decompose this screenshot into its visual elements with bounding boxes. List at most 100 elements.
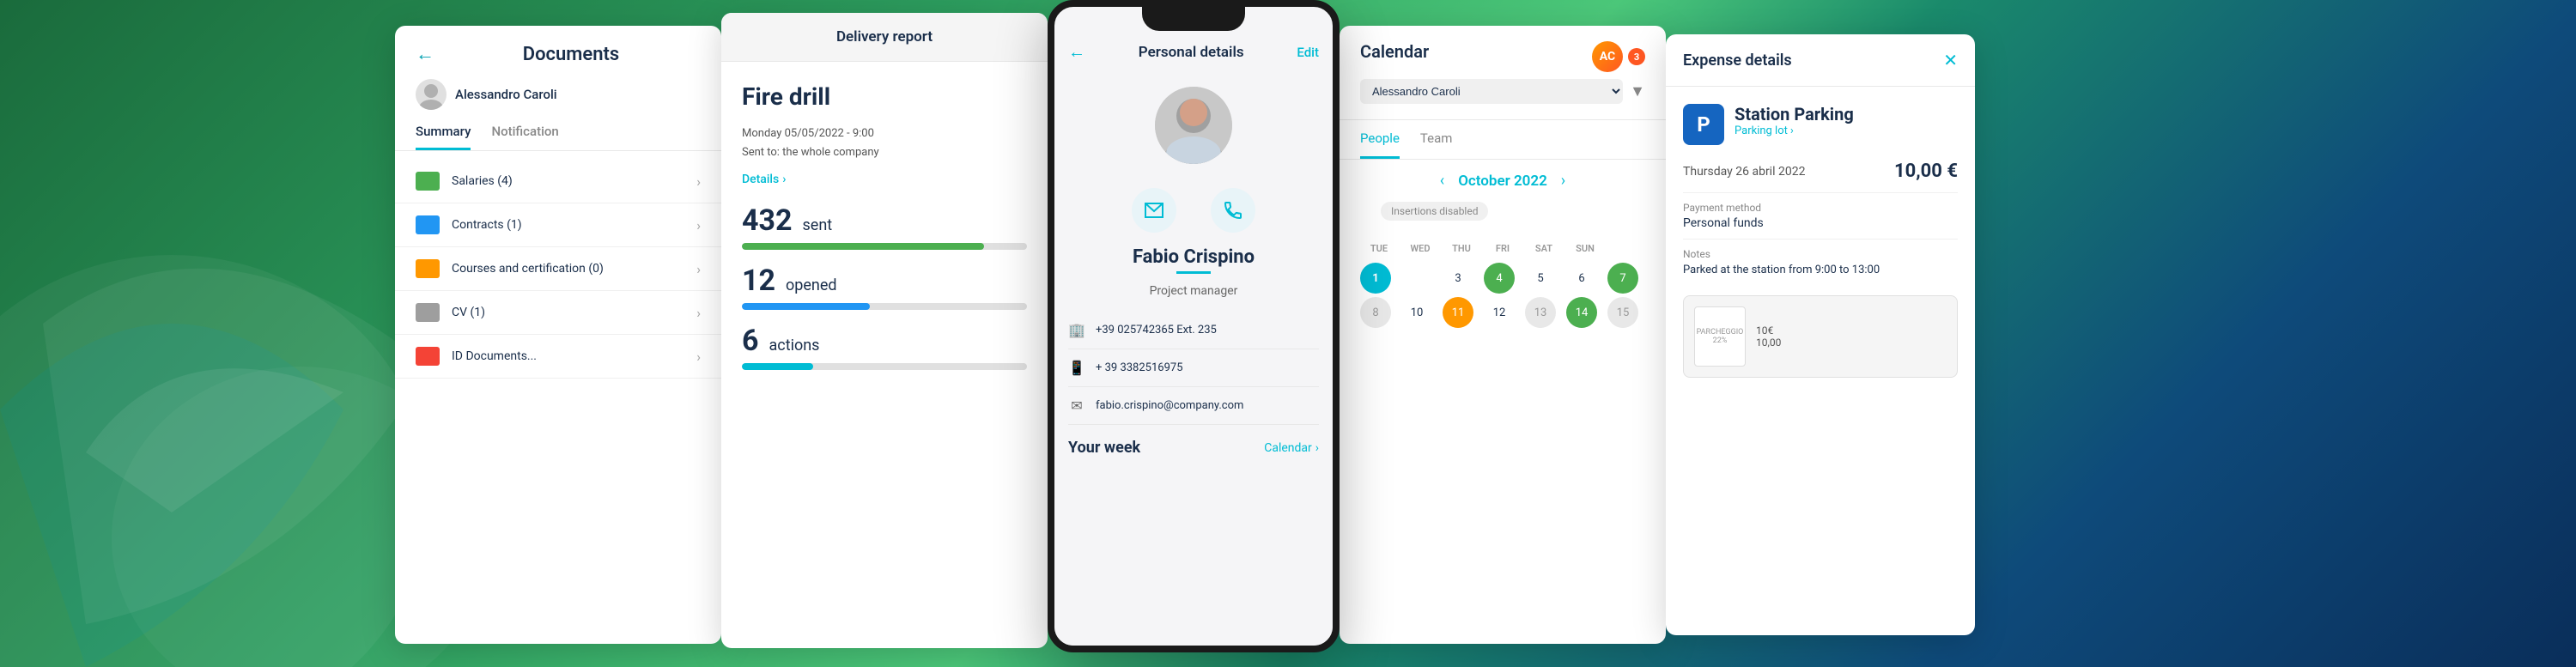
parking-info: Station Parking Parking lot › (1735, 104, 1854, 137)
delivery-details-link[interactable]: Details › (742, 173, 1027, 186)
calendar-link-label: Calendar (1264, 441, 1312, 455)
back-button[interactable]: ← (416, 43, 434, 65)
cal-day-13[interactable]: 13 (1525, 297, 1556, 328)
folder-cv[interactable]: CV (1) › (395, 291, 721, 335)
parking-header: P Station Parking Parking lot › (1683, 104, 1958, 145)
expense-close-button[interactable]: ✕ (1943, 50, 1958, 70)
cal-day-15[interactable]: 15 (1607, 297, 1638, 328)
parking-icon: P (1683, 104, 1724, 145)
folder-gray-icon (416, 303, 440, 322)
phone-card: ← Personal details Edit (1048, 0, 1340, 652)
day-thu: THU (1443, 240, 1480, 258)
cal-day-5[interactable]: 5 (1525, 263, 1556, 294)
folder-courses[interactable]: Courses and certification (0) › (395, 247, 721, 291)
expense-amount: 10,00 € (1894, 161, 1958, 182)
calendar-user-avatar: AC (1592, 41, 1623, 72)
personal-edit-button[interactable]: Edit (1297, 45, 1319, 60)
cal-day-6[interactable]: 6 (1566, 263, 1597, 294)
calendar-days-header: TUE WED THU FRI SAT SUN (1360, 240, 1645, 258)
personal-title: Personal details (1139, 44, 1244, 61)
notes-text: Parked at the station from 9:00 to 13:00 (1683, 264, 1958, 276)
week-header: Your week Calendar › (1068, 439, 1319, 457)
tab-notification[interactable]: Notification (491, 124, 558, 150)
cal-day-4[interactable]: 4 (1484, 263, 1515, 294)
notes-label: Notes (1683, 248, 1958, 260)
insertions-badge: Insertions disabled (1381, 202, 1488, 221)
expense-notes: Notes Parked at the station from 9:00 to… (1683, 240, 1958, 285)
folder-id-label: ID Documents... (452, 349, 684, 363)
delivery-content: Fire drill Monday 05/05/2022 - 9:00 Sent… (721, 62, 1048, 404)
documents-header: ← Documents (395, 26, 721, 65)
day-tue: TUE (1360, 240, 1398, 258)
folder-contracts[interactable]: Contracts (1) › (395, 203, 721, 247)
profile-avatar (1155, 87, 1232, 164)
profile-section: Fabio Crispino Project manager (1054, 73, 1333, 312)
cal-day-10[interactable]: 10 (1401, 297, 1432, 328)
stat-actions-fill (742, 363, 813, 370)
calendar-tabs: People Team (1340, 120, 1666, 160)
phone-content: ← Personal details Edit (1054, 31, 1333, 646)
next-month-button[interactable]: › (1561, 172, 1565, 190)
cal-day-12[interactable]: 12 (1484, 297, 1515, 328)
stat-opened-number: 12 (742, 264, 775, 298)
stat-opened-bar (742, 303, 1027, 310)
folder-cv-arrow: › (696, 305, 701, 321)
week-title: Your week (1068, 439, 1140, 457)
week-section: Your week Calendar › (1054, 425, 1333, 470)
stat-actions-bar (742, 363, 1027, 370)
folder-id[interactable]: ID Documents... › (395, 335, 721, 379)
stat-actions-number: 6 (742, 324, 759, 358)
cal-day-14[interactable]: 14 (1566, 297, 1597, 328)
contact-details-list: 🏢 +39 025742365 Ext. 235 📱 + 39 33825169… (1054, 312, 1333, 425)
cal-day-3[interactable]: 3 (1443, 263, 1473, 294)
calendar-days-grid: 1 3 4 5 6 7 8 10 11 12 13 14 15 (1360, 263, 1645, 328)
calendar-link[interactable]: Calendar › (1264, 441, 1319, 455)
receipt-details: 10€ 10,00 (1756, 324, 1781, 349)
delivery-sent-to: Sent to: the whole company (742, 146, 879, 159)
stat-sent: 432 sent (742, 203, 1027, 250)
phone-ext-value: +39 025742365 Ext. 235 (1096, 324, 1217, 337)
stat-sent-label: sent (803, 216, 833, 234)
email-value: fabio.crispino@company.com (1096, 399, 1243, 412)
receipt-amount2: 10,00 (1756, 337, 1781, 349)
delivery-header: Delivery report (721, 13, 1048, 62)
payment-method-label: Payment method (1683, 202, 1958, 214)
profile-name: Fabio Crispino (1133, 246, 1255, 268)
cal-day-7[interactable]: 7 (1607, 263, 1638, 294)
folder-red-icon (416, 347, 440, 366)
expense-date-row: Thursday 26 abril 2022 10,00 € (1683, 150, 1958, 193)
contact-icons-row (1132, 188, 1255, 233)
prev-month-button[interactable]: ‹ (1440, 172, 1444, 190)
receipt-image: PARCHEGGIO 22% (1694, 306, 1746, 367)
personal-back-button[interactable]: ← (1068, 41, 1085, 63)
cal-day-1[interactable]: 1 (1360, 263, 1391, 294)
parking-type-arrow: › (1790, 124, 1794, 137)
delivery-meta: Monday 05/05/2022 - 9:00 Sent to: the wh… (742, 124, 1027, 162)
stat-actions-label: actions (769, 337, 819, 355)
cal-day-empty (1401, 263, 1432, 294)
contact-phone-ext: 🏢 +39 025742365 Ext. 235 (1068, 312, 1319, 349)
phone-button[interactable] (1211, 188, 1255, 233)
details-label: Details (742, 173, 779, 186)
building-icon: 🏢 (1068, 322, 1085, 338)
parking-type-label: Parking lot (1735, 124, 1788, 137)
phone-notch (1142, 7, 1245, 31)
calendar-user-selector[interactable]: Alessandro Caroli (1360, 79, 1623, 104)
expense-card: Expense details ✕ P Station Parking Park… (1666, 34, 1975, 635)
stat-sent-number: 432 (742, 203, 793, 238)
folder-courses-arrow: › (696, 261, 701, 277)
folder-salaries[interactable]: Salaries (4) › (395, 160, 721, 203)
receipt-thumbnail: PARCHEGGIO 22% 10€ 10,00 (1683, 295, 1958, 378)
folder-contracts-label: Contracts (1) (452, 218, 684, 232)
receipt-amount1: 10€ (1756, 324, 1781, 337)
tab-summary[interactable]: Summary (416, 124, 471, 150)
calendar-header: Calendar AC 3 Alessandro Caroli ▼ (1340, 26, 1666, 120)
tab-people[interactable]: People (1360, 120, 1400, 159)
cal-day-8[interactable]: 8 (1360, 297, 1391, 328)
tab-team[interactable]: Team (1420, 120, 1453, 159)
mail-button[interactable] (1132, 188, 1176, 233)
delivery-card: Delivery report Fire drill Monday 05/05/… (721, 13, 1048, 648)
day-sun: SUN (1566, 240, 1604, 258)
parking-type-link[interactable]: Parking lot › (1735, 124, 1854, 137)
cal-day-11[interactable]: 11 (1443, 297, 1473, 328)
